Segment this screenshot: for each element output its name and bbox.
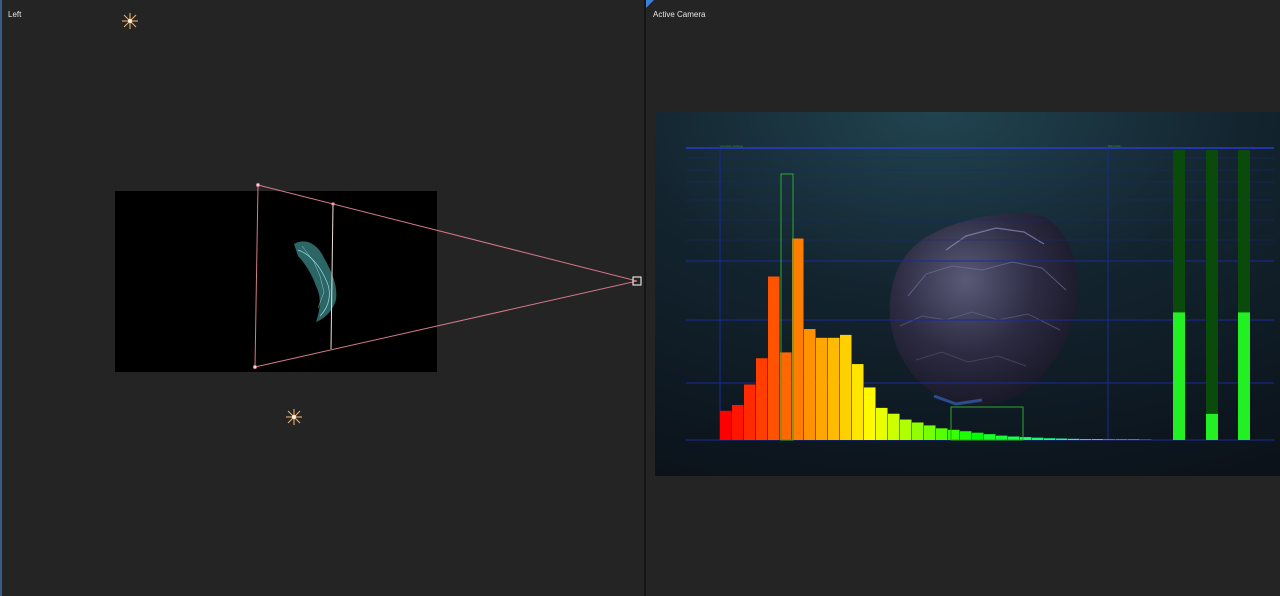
histogram-bar (948, 429, 960, 440)
histogram-bar (840, 334, 852, 440)
left-scene (115, 13, 642, 425)
level-meters (1173, 150, 1250, 440)
histogram-bar (1056, 438, 1068, 440)
histogram-bar (744, 384, 756, 440)
histogram-bar (1068, 438, 1080, 440)
histogram-bar (1128, 439, 1140, 440)
histogram-caption-left: precision settings (720, 144, 744, 148)
viewport-active-camera[interactable]: Active Camera precision settings Bias/Ga… (646, 0, 1280, 596)
level-meter-track (1206, 150, 1218, 440)
histogram-bar (1116, 439, 1128, 440)
histogram-caption-right: Bias/Gain (1108, 144, 1121, 148)
histogram-bar (1080, 439, 1092, 440)
histogram-bar (924, 425, 936, 440)
histogram-bar (756, 358, 768, 440)
histogram-bar (816, 337, 828, 440)
histogram-bar (936, 428, 948, 440)
level-meter-fill (1206, 413, 1218, 440)
histogram-bar (1044, 438, 1056, 440)
histogram-bar (972, 432, 984, 440)
histogram-bar (1104, 439, 1116, 440)
viewport-left[interactable]: Left (0, 0, 644, 596)
level-meter-fill (1173, 312, 1185, 440)
histogram-bar (792, 238, 804, 440)
histogram-bar (876, 407, 888, 440)
light-icon[interactable] (286, 409, 302, 425)
histogram-bar (1092, 439, 1104, 440)
histogram-bar (996, 435, 1008, 440)
histogram-bar (1032, 437, 1044, 440)
histogram-bar (1008, 436, 1020, 440)
histogram-bar (864, 387, 876, 440)
histogram-bar (828, 337, 840, 440)
histogram-bar (804, 329, 816, 440)
light-icon[interactable] (122, 13, 138, 29)
histogram-bar (888, 413, 900, 440)
histogram-bar (984, 434, 996, 440)
histogram-bar (780, 352, 792, 440)
histogram-bar (900, 419, 912, 440)
camera-render: precision settings Bias/Gain (655, 112, 1280, 476)
histogram-bar (732, 404, 744, 440)
level-meter-fill (1238, 312, 1250, 440)
histogram-bar (720, 410, 732, 440)
histogram-bar (852, 364, 864, 440)
histogram-bar (768, 276, 780, 440)
histogram-bar (960, 431, 972, 440)
histogram-bar (912, 422, 924, 440)
